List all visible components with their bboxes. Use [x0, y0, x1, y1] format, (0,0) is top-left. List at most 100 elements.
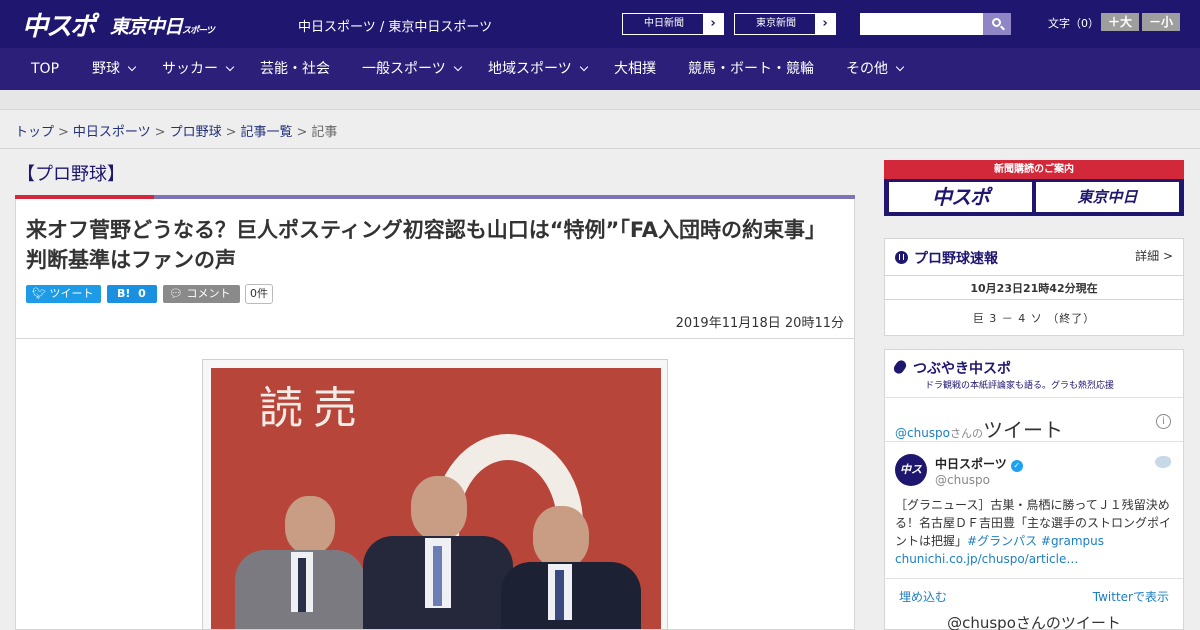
game-score[interactable]: 巨 3 － 4 ソ （終了） [885, 310, 1183, 326]
search-input[interactable] [860, 13, 983, 35]
nav-item-soccer[interactable]: サッカー [162, 48, 235, 90]
hatena-bookmark-button[interactable]: B! 0 [107, 285, 157, 303]
paper-link-label: 中日新聞 [644, 18, 684, 29]
breadcrumb-article-list[interactable]: 記事一覧 [241, 125, 293, 140]
breadcrumb-separator: > [296, 125, 308, 140]
nav-label: 野球 [92, 61, 120, 77]
chunichi-shimbun-link[interactable]: 中日新聞 › [622, 13, 724, 35]
tokyo-logo-small: スポーツ [182, 26, 215, 36]
search-icon-handle [1000, 25, 1005, 31]
microphone-icon [891, 358, 909, 376]
hatena-count: 0 [138, 287, 146, 300]
nav-label: 競馬・ボート・競輪 [688, 61, 814, 77]
twitter-bird-icon[interactable] [1155, 456, 1171, 468]
person-center-tie [433, 546, 442, 606]
category-heading: 【プロ野球】 [17, 164, 125, 185]
breadcrumb-pro-baseball[interactable]: プロ野球 [170, 125, 222, 140]
chevron-down-icon [579, 62, 588, 72]
breadcrumb-current: 記事 [311, 125, 338, 140]
nav-item-entertainment[interactable]: 芸能・社会 [260, 48, 330, 90]
divider [885, 299, 1183, 300]
tsubuyaki-subtitle: ドラ観戦の本紙評論家も語る。グラも熱烈応援 [925, 381, 1115, 391]
view-on-twitter-link[interactable]: Twitterで表示 [1093, 588, 1169, 605]
scores-title-text: プロ野球速報 [914, 251, 998, 267]
tweet-label: ツイート [49, 287, 94, 300]
site-links[interactable]: 中日スポーツ / 東京中日スポーツ [298, 16, 492, 35]
scores-timestamp: 10月23日21時42分現在 [970, 282, 1098, 295]
font-size-label: 文字（0） [1048, 17, 1099, 30]
avatar[interactable]: 中スポ [895, 454, 927, 508]
chevron-down-icon [127, 62, 137, 72]
breadcrumb-separator: > [225, 125, 237, 140]
nav-item-sumo[interactable]: 大相撲 [614, 48, 656, 90]
tokyo-chunichi-logo[interactable]: 東京中日スポーツ [110, 12, 215, 39]
nav-item-other[interactable]: その他 [846, 48, 905, 90]
main-nav: TOP 野球 サッカー 芸能・社会 一般スポーツ 地域スポーツ 大相撲 競馬・ボ… [0, 48, 1200, 90]
nav-item-top[interactable]: TOP [31, 48, 59, 90]
account-name[interactable]: 中日スポーツ ✓ [935, 455, 1023, 472]
nav-item-local-sports[interactable]: 地域スポーツ [488, 48, 588, 90]
tweet-link[interactable]: chunichi.co.jp/chuspo/article… [895, 550, 1177, 568]
timeline-title: @chuspoさんのツイート [895, 414, 1063, 443]
nav-item-baseball[interactable]: 野球 [92, 48, 137, 90]
tsubuyaki-title: つぶやき中スポ [891, 358, 1011, 378]
chuspo-logo[interactable]: 中スポ [22, 6, 96, 43]
sub-nav-strip [0, 90, 1200, 110]
chevron-right-icon: › [815, 14, 835, 34]
timeline-footer: 埋め込む Twitterで表示 [885, 578, 1183, 608]
timeline-handle[interactable]: @chuspo [895, 426, 950, 440]
breadcrumb-top[interactable]: トップ [15, 125, 54, 140]
article-photo-frame: 読売 [202, 359, 668, 630]
timeline-bottom-title: @chuspoさんのツイート [947, 614, 1121, 630]
hatena-icon: B! [117, 287, 131, 300]
search-button[interactable] [983, 13, 1011, 35]
breadcrumb-separator: > [58, 125, 69, 140]
speech-bubble-icon: 💬︎ [169, 287, 183, 300]
article-date: 2019年11月18日 20時11分 [675, 316, 844, 331]
article-title: 来オフ菅野どうなる？巨人ポスティング初容認も山口は“特例”「FA入団時の約束事」… [26, 218, 827, 272]
info-icon[interactable]: i [1156, 414, 1171, 429]
tokyo-shimbun-link[interactable]: 東京新聞 › [734, 13, 836, 35]
photo-backdrop-text: 読売 [259, 383, 367, 434]
timeline-header: @chuspoさんのツイート i [885, 397, 1183, 442]
nav-label: TOP [31, 61, 60, 77]
site-header: 中スポ 東京中日スポーツ 中日スポーツ / 東京中日スポーツ 中日新聞 › 東京… [0, 0, 1200, 48]
scores-title: プロ野球速報 [895, 248, 998, 268]
subscription-banner[interactable]: 新聞購読のご案内 中スポ 東京中日 [884, 160, 1184, 216]
twitter-bird-icon: 🐦︎ [32, 287, 46, 300]
account-handle[interactable]: @chuspo [935, 473, 990, 487]
chevron-down-icon [453, 62, 462, 72]
nav-label: 地域スポーツ [488, 61, 572, 77]
timeline-tweet-word: ツイート [983, 418, 1064, 442]
subscription-title: 新聞購読のご案内 [884, 160, 1184, 179]
nav-item-general-sports[interactable]: 一般スポーツ [362, 48, 462, 90]
font-larger-button[interactable]: ＋大 [1101, 13, 1139, 31]
nav-label: 芸能・社会 [260, 61, 330, 77]
breadcrumb: トップ > 中日スポーツ > プロ野球 > 記事一覧 > 記事 [15, 121, 337, 140]
paper-link-label: 東京新聞 [756, 18, 796, 29]
heading-accent-purple [154, 195, 855, 199]
nav-item-racing[interactable]: 競馬・ボート・競輪 [688, 48, 814, 90]
comment-label: コメント [186, 287, 231, 300]
timeline-san: さんの [950, 427, 984, 440]
embed-link[interactable]: 埋め込む [899, 588, 947, 605]
heading-accent-red [15, 195, 154, 199]
tweet-body: ［グラニュース］古巣・鳥栖に勝ってＪ１残留決める！名古屋ＤＦ吉田豊「主な選手のス… [895, 496, 1177, 568]
comment-button[interactable]: 💬︎ コメント [163, 285, 240, 303]
tweet-hashtags[interactable]: #グランパス #grampus [967, 534, 1104, 548]
breadcrumb-chunichi-sports[interactable]: 中日スポーツ [73, 125, 151, 140]
twitter-widget: つぶやき中スポ ドラ観戦の本紙評論家も語る。グラも熱烈応援 @chuspoさんの… [884, 349, 1184, 630]
tsubuyaki-title-text: つぶやき中スポ [913, 361, 1011, 377]
subscribe-chuspo-button[interactable]: 中スポ [889, 182, 1032, 212]
person-left-tie [298, 558, 306, 612]
subscribe-tokyo-button[interactable]: 東京中日 [1036, 182, 1179, 212]
font-smaller-button[interactable]: －小 [1142, 13, 1180, 31]
nav-label: 大相撲 [614, 61, 656, 77]
scores-detail-link[interactable]: 詳細 > [1135, 247, 1173, 264]
chevron-down-icon [895, 62, 905, 72]
account-name-text: 中日スポーツ [935, 457, 1007, 471]
tweet-button[interactable]: 🐦︎ ツイート [26, 285, 101, 303]
comment-count-badge: 0件 [245, 284, 273, 304]
article-photo[interactable]: 読売 [211, 368, 661, 629]
nav-label: サッカー [162, 61, 218, 77]
